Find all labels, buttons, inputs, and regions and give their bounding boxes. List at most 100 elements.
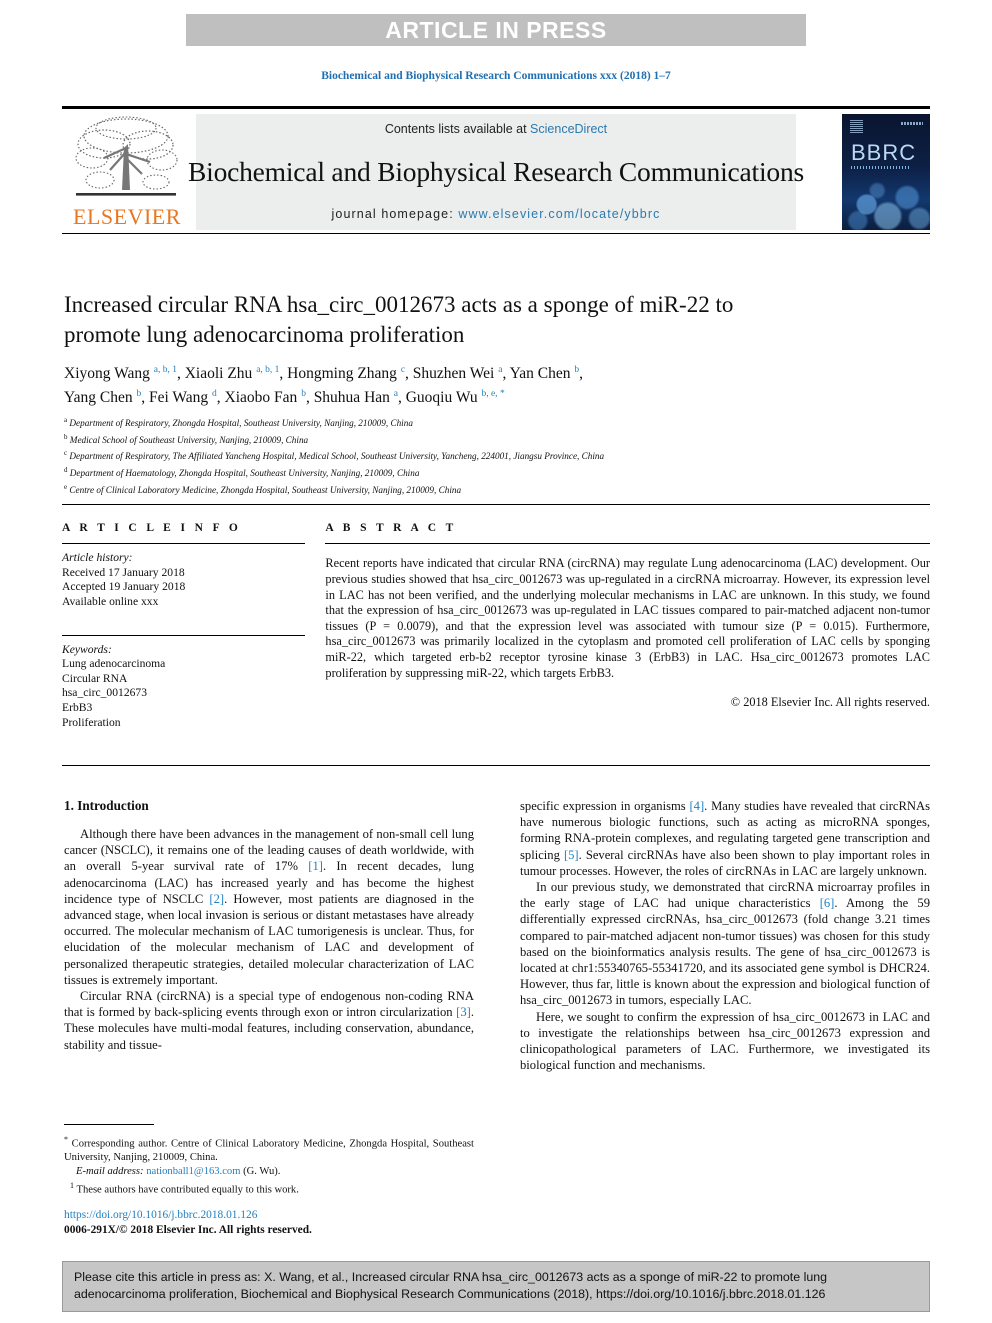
journal-homepage-link[interactable]: www.elsevier.com/locate/ybbrc — [458, 207, 660, 221]
journal-header-center: Contents lists available at ScienceDirec… — [188, 114, 804, 230]
keyword-item: Lung adenocarcinoma — [62, 657, 166, 671]
article-in-press-banner: ARTICLE IN PRESS — [186, 14, 806, 46]
footnote-corresponding-text: Corresponding author. Centre of Clinical… — [64, 1138, 474, 1164]
author-list: Xiyong Wang a, b, 1, Xiaoli Zhu a, b, 1,… — [64, 365, 583, 407]
elsevier-tree-icon — [75, 116, 178, 196]
affiliation-label: b — [64, 432, 68, 441]
affiliation-item: b Medical School of Southeast University… — [64, 431, 924, 448]
page-title: Increased circular RNA hsa_circ_0012673 … — [64, 292, 734, 347]
footer-doi-block: https://doi.org/10.1016/j.bbrc.2018.01.1… — [64, 1208, 484, 1238]
bbrc-cover-wordmark: BBRC — [851, 140, 917, 165]
header-rule-top — [62, 106, 930, 109]
abstract-heading: A B S T R A C T — [325, 522, 457, 535]
reference-link[interactable]: [2] — [209, 892, 224, 906]
affiliation-item: c Department of Respiratory, The Affilia… — [64, 447, 924, 464]
keywords-rule — [62, 634, 306, 636]
keyword-item: Circular RNA — [62, 671, 128, 685]
info-abstract-section: A R T I C L E I N F O Article history: R… — [62, 504, 930, 730]
keyword-item: hsa_circ_0012673 — [62, 686, 148, 700]
abstract-rule — [325, 543, 930, 545]
running-head: Biochemical and Biophysical Research Com… — [321, 70, 671, 82]
section-heading-introduction: 1. Introduction — [64, 798, 149, 813]
article-info-heading: A R T I C L E I N F O — [62, 522, 242, 535]
author-item: Fei Wang d — [149, 389, 217, 407]
title-block: Increased circular RNA hsa_circ_0012673 … — [64, 290, 764, 350]
info-abstract-rule-top — [62, 504, 930, 506]
abstract-body: Recent reports have indicated that circu… — [325, 556, 930, 680]
footnote-email-label: E-mail address: — [76, 1165, 144, 1177]
affiliation-label: e — [64, 482, 68, 491]
keyword-item: Proliferation — [62, 715, 121, 729]
abstract-copyright: © 2018 Elsevier Inc. All rights reserved… — [730, 694, 930, 709]
affiliation-text: Department of Respiratory, The Affiliate… — [69, 451, 605, 462]
author-item: Shuhua Han a — [313, 389, 398, 407]
affiliation-label: a — [64, 416, 68, 424]
affiliation-text: Department of Respiratory, Zhongda Hospi… — [69, 418, 413, 429]
affiliation-list: a Department of Respiratory, Zhongda Hos… — [64, 414, 924, 497]
journal-title: Biochemical and Biophysical Research Com… — [187, 155, 805, 187]
header-rule-bottom — [62, 232, 930, 234]
reference-link[interactable]: [6] — [820, 896, 835, 910]
paragraph: In our previous study, we demonstrated t… — [520, 880, 930, 1008]
author-item: Xiaoli Zhu a, b, 1 — [184, 365, 280, 383]
affiliation-label: c — [64, 449, 68, 458]
issn-copyright-line: 0006-291X/© 2018 Elsevier Inc. All right… — [64, 1224, 312, 1236]
elsevier-wordmark: ELSEVIER — [73, 204, 181, 229]
affiliation-item: d Department of Haematology, Zhongda Hos… — [64, 464, 924, 481]
journal-header: ELSEVIER Contents lists available at Sci… — [62, 106, 930, 234]
author-item: Yan Chen b — [509, 365, 580, 383]
footnote-mark-star: * — [64, 1135, 68, 1145]
citation-box: Please cite this article in press as: X.… — [62, 1261, 930, 1312]
author-item: Hongming Zhang c — [287, 365, 406, 383]
article-in-press-label: ARTICLE IN PRESS — [385, 16, 607, 43]
affiliation-text: Centre of Clinical Laboratory Medicine, … — [69, 484, 462, 495]
body-column-left: 1. Introduction Although there have been… — [64, 798, 474, 1073]
reference-link[interactable]: [4] — [689, 799, 704, 813]
bbrc-cover-subrule — [851, 166, 909, 169]
footnotes-block: * Corresponding author. Centre of Clinic… — [64, 1124, 474, 1197]
author-item: Xiyong Wang a, b, 1 — [64, 365, 177, 383]
author-item: Xiaobo Fan b — [224, 389, 306, 407]
footnote-equal-text: These authors have contributed equally t… — [76, 1184, 299, 1196]
body-columns: 1. Introduction Although there have been… — [64, 798, 930, 1073]
article-info-rule — [62, 543, 306, 545]
author-item: Shuzhen Wei a — [412, 365, 503, 383]
article-history-block: Article history: Received 17 January 201… — [62, 551, 305, 609]
footnote-corresponding-author: * Corresponding author. Centre of Clinic… — [64, 1133, 474, 1165]
keywords-label: Keywords: — [62, 642, 112, 656]
contents-lists-line: Contents lists available at ScienceDirec… — [385, 122, 607, 136]
journal-homepage-line: journal homepage: www.elsevier.com/locat… — [332, 207, 661, 221]
paragraph: Circular RNA (circRNA) is a special type… — [64, 989, 474, 1052]
footnote-email-link[interactable]: nationball1@163.com — [146, 1166, 240, 1177]
journal-homepage-prefix: journal homepage: — [331, 207, 459, 221]
reference-link[interactable]: [3] — [456, 1005, 471, 1019]
cover-top-rule — [901, 122, 923, 125]
bbrc-journal-cover: BBRC — [842, 114, 930, 230]
paragraph: Although there have been advances in the… — [64, 827, 474, 987]
footnote-email-suffix: (G. Wu). — [243, 1165, 281, 1177]
paragraph: specific expression in organisms [4]. Ma… — [520, 799, 930, 878]
reference-link[interactable]: [1] — [308, 859, 323, 873]
article-info-column: A R T I C L E I N F O Article history: R… — [62, 522, 306, 731]
keywords-block: Keywords: Lung adenocarcinoma Circular R… — [62, 643, 305, 731]
elsevier-logo: ELSEVIER — [66, 114, 188, 230]
footnote-equal-contribution: 1 These authors have contributed equally… — [64, 1179, 474, 1197]
info-abstract-rule-bottom — [62, 765, 930, 767]
reference-link[interactable]: [5] — [564, 848, 579, 862]
doi-link[interactable]: https://doi.org/10.1016/j.bbrc.2018.01.1… — [64, 1208, 484, 1223]
cover-elsevier-mark-icon — [850, 120, 863, 133]
affiliation-label: d — [64, 465, 68, 474]
footnote-rule — [64, 1124, 154, 1126]
citation-text: Please cite this article in press as: X.… — [74, 1270, 827, 1301]
abstract-column: A B S T R A C T Recent reports have indi… — [325, 522, 930, 730]
sciencedirect-link[interactable]: ScienceDirect — [530, 122, 607, 136]
article-history-item: Accepted 19 January 2018 — [62, 580, 186, 594]
article-history-item: Received 17 January 2018 — [62, 565, 185, 579]
paragraph: Here, we sought to confirm the expressio… — [520, 1009, 930, 1073]
keyword-item: ErbB3 — [62, 700, 93, 714]
affiliation-item: e Centre of Clinical Laboratory Medicine… — [64, 481, 924, 498]
author-item: Yang Chen b — [64, 389, 142, 407]
article-history-item: Available online xxx — [62, 594, 159, 608]
article-history-label: Article history: — [62, 551, 133, 565]
